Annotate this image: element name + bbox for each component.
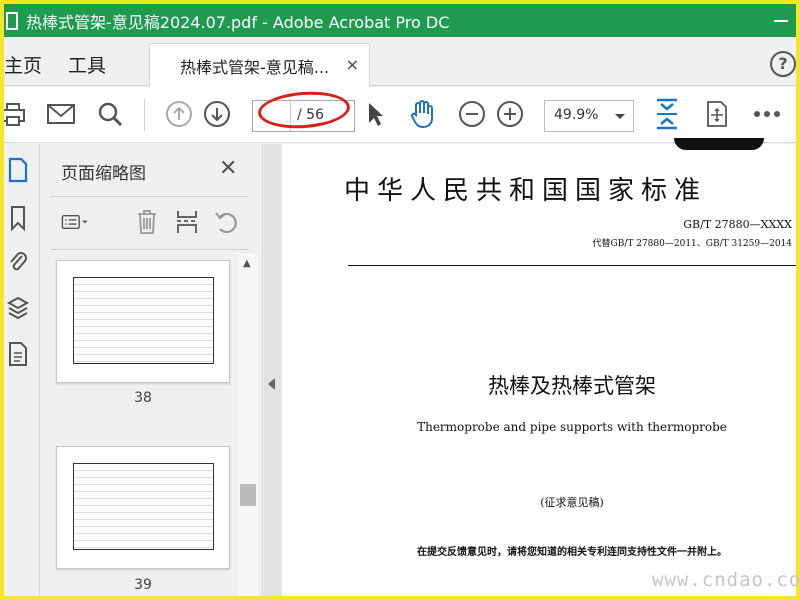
panel-title: 页面缩略图 bbox=[61, 164, 146, 184]
minimize-icon[interactable] bbox=[774, 20, 788, 22]
document-properties-icon[interactable] bbox=[6, 340, 30, 368]
search-icon[interactable] bbox=[95, 99, 125, 129]
thumbnail-page-39[interactable] bbox=[56, 446, 230, 569]
pdf-page: 中华人民共和国国家标准 GB/T 27880—XXXX 代替GB/T 27880… bbox=[282, 138, 796, 596]
more-options-icon[interactable] bbox=[752, 99, 782, 129]
document-title-cn: 热棒及热棒式管架 bbox=[488, 374, 656, 398]
layers-icon[interactable] bbox=[6, 294, 30, 322]
panel-divider bbox=[51, 249, 249, 250]
zoom-value: 49.9% bbox=[554, 107, 599, 123]
document-title-en: Thermoprobe and pipe supports with therm… bbox=[417, 420, 727, 434]
print-icon[interactable] bbox=[4, 99, 28, 129]
app-window: 热棒式管架-意见稿2024.07.pdf - Adobe Acrobat Pro… bbox=[0, 0, 800, 600]
help-icon[interactable]: ? bbox=[770, 51, 796, 77]
replaces-standards: 代替GB/T 27880—2011、GB/T 31259—2014 bbox=[592, 239, 792, 249]
thumbnail-preview bbox=[73, 277, 214, 364]
home-tab[interactable]: 主页 bbox=[4, 51, 42, 78]
thumbnail-page-38[interactable] bbox=[56, 260, 230, 383]
thumbnails-scrollbar[interactable]: ▲ bbox=[238, 254, 258, 596]
document-view[interactable]: 中华人民共和国国家标准 GB/T 27880—XXXX 代替GB/T 27880… bbox=[264, 138, 796, 596]
standard-number: GB/T 27880—XXXX bbox=[683, 218, 792, 231]
email-icon[interactable] bbox=[46, 99, 76, 129]
thumbnail-options-icon[interactable] bbox=[61, 208, 89, 236]
collapse-panel-icon[interactable] bbox=[268, 378, 275, 390]
title-bar: 热棒式管架-意见稿2024.07.pdf - Adobe Acrobat Pro… bbox=[4, 4, 796, 37]
fit-page-icon[interactable] bbox=[652, 98, 682, 130]
scroll-up-icon[interactable]: ▲ bbox=[243, 258, 251, 269]
draft-label: (征求意见稿) bbox=[540, 496, 604, 509]
feedback-notice: 在提交反馈意见时，请将您知道的相关专利连同支持性文件一并附上。 bbox=[417, 547, 727, 558]
thumbnail-page-number: 38 bbox=[134, 390, 152, 406]
toolbar-separator bbox=[144, 99, 145, 131]
close-panel-icon[interactable]: ✕ bbox=[219, 156, 237, 181]
tools-tab[interactable]: 工具 bbox=[68, 51, 106, 78]
insert-page-icon[interactable] bbox=[173, 208, 201, 236]
left-rail bbox=[4, 144, 40, 596]
acrobat-app-icon bbox=[6, 11, 18, 30]
scroll-mode-icon[interactable] bbox=[702, 99, 732, 129]
page-thumbnails-icon[interactable] bbox=[6, 156, 30, 184]
header-rule bbox=[348, 265, 796, 266]
close-tab-icon[interactable]: × bbox=[346, 55, 359, 74]
rotate-page-icon[interactable] bbox=[213, 208, 241, 236]
previous-page-icon[interactable] bbox=[164, 99, 194, 129]
document-tab[interactable]: 热棒式管架-意见稿... × bbox=[149, 43, 370, 87]
select-cursor-icon[interactable] bbox=[360, 99, 390, 129]
chevron-down-icon bbox=[615, 114, 625, 119]
next-page-icon[interactable] bbox=[202, 99, 232, 129]
bookmark-icon[interactable] bbox=[6, 204, 30, 232]
hand-tool-icon[interactable] bbox=[407, 99, 437, 129]
scrollbar-thumb[interactable] bbox=[240, 484, 256, 506]
watermark: www.cndao.com bbox=[652, 569, 800, 591]
standard-header: 中华人民共和国国家标准 bbox=[344, 176, 708, 206]
document-tab-label: 热棒式管架-意见稿... bbox=[180, 57, 330, 77]
zoom-out-icon[interactable] bbox=[457, 99, 487, 129]
toolbar: / 56 49.9% bbox=[4, 87, 796, 143]
thumbnail-page-number: 39 bbox=[134, 577, 152, 593]
zoom-dropdown[interactable]: 49.9% bbox=[544, 100, 634, 132]
tab-row: 主页 工具 热棒式管架-意见稿... × ? bbox=[4, 37, 796, 87]
panel-divider bbox=[51, 196, 249, 197]
window-title: 热棒式管架-意见稿2024.07.pdf - Adobe Acrobat Pro… bbox=[26, 12, 450, 32]
attachment-icon[interactable] bbox=[6, 248, 30, 276]
thumbnail-preview bbox=[73, 463, 214, 550]
delete-page-icon[interactable] bbox=[133, 208, 161, 236]
thumbnails-panel: 页面缩略图 ✕ 38 39 ▲ bbox=[41, 144, 263, 596]
page-logo-mark bbox=[674, 138, 764, 150]
zoom-in-icon[interactable] bbox=[495, 99, 525, 129]
